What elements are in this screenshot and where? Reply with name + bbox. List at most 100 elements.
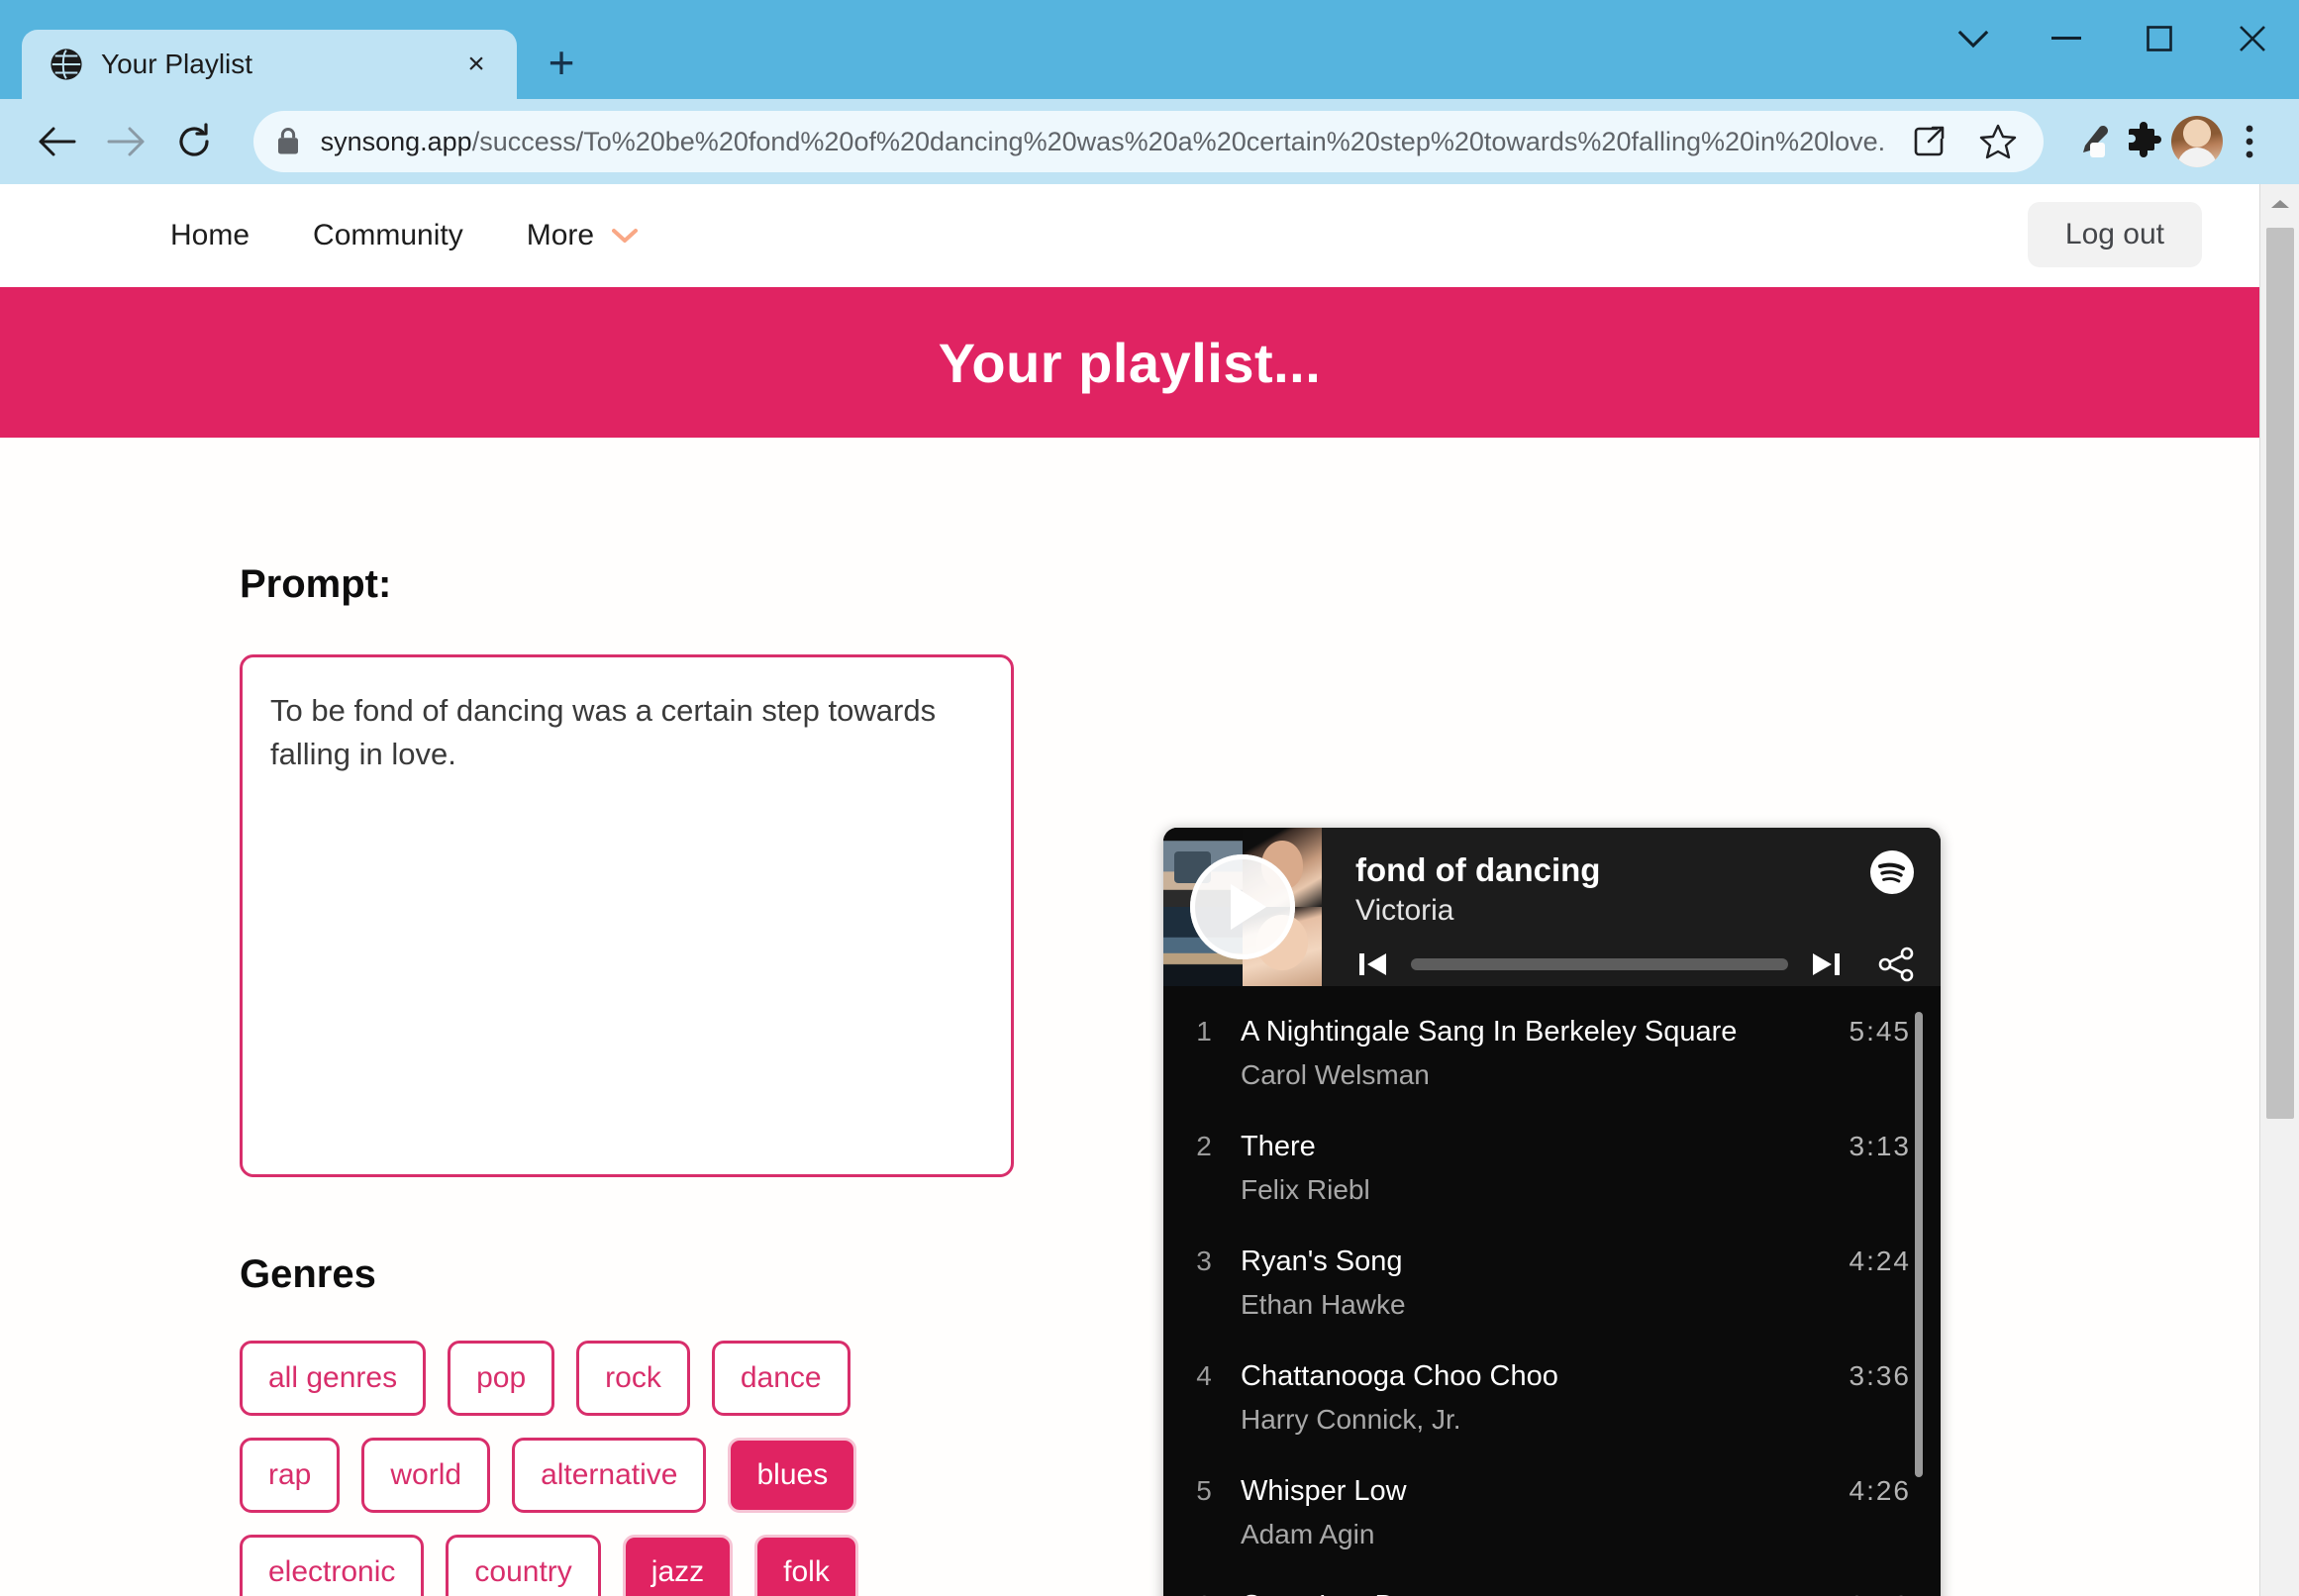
track-row[interactable]: 2 There Felix Riebl 3:13: [1163, 1111, 1941, 1226]
track-artist: Felix Riebl: [1241, 1173, 1370, 1205]
new-tab-button[interactable]: +: [531, 32, 592, 93]
track-number: 6: [1185, 1588, 1223, 1596]
tab-search-icon[interactable]: [1927, 0, 2020, 77]
player-info: fond of dancing Victoria: [1322, 828, 1941, 986]
track-number: 1: [1196, 1016, 1212, 1047]
track-row[interactable]: 4 Chattanooga Choo Choo Harry Connick, Jr.…: [1163, 1341, 1941, 1455]
previous-track-icon[interactable]: [1355, 947, 1391, 982]
nav-more[interactable]: More: [495, 219, 669, 252]
album-art-mosaic: [1163, 828, 1322, 986]
genre-button[interactable]: country: [446, 1535, 601, 1596]
reload-icon[interactable]: [162, 110, 225, 173]
track-artist: Harry Connick, Jr.: [1241, 1403, 1461, 1435]
genre-button[interactable]: pop: [448, 1341, 555, 1416]
track-duration: 4:24: [1849, 1246, 1911, 1277]
puzzle-icon[interactable]: [2120, 118, 2166, 165]
track-info: Chattanooga Choo Choo Harry Connick, Jr.: [1241, 1358, 1832, 1438]
avatar[interactable]: [2170, 116, 2223, 167]
track-duration: 3:13: [1849, 1131, 1911, 1162]
track-row[interactable]: 3 Ryan's Song Ethan Hawke 4:24: [1163, 1226, 1941, 1341]
globe-icon: [50, 49, 82, 80]
playlist-owner: Victoria: [1355, 894, 1454, 928]
genre-button[interactable]: jazz: [622, 1535, 734, 1596]
genre-button[interactable]: all genres: [240, 1341, 427, 1416]
track-row[interactable]: 6 Open Leg DanceThe Love Doctor 3:58: [1163, 1570, 1941, 1596]
page-scrollbar[interactable]: [2259, 184, 2299, 1596]
track-row[interactable]: 1 A Nightingale Sang In Berkeley Square Ca…: [1163, 996, 1941, 1111]
forward-arrow-icon[interactable]: [94, 110, 156, 173]
share-icon[interactable]: [1905, 118, 1952, 165]
three-dot-menu-icon[interactable]: [2227, 118, 2273, 165]
url-domain: synsong.app: [320, 126, 472, 156]
track-artist: Adam Agin: [1241, 1519, 1375, 1549]
scroll-up-icon[interactable]: [2260, 184, 2299, 224]
page-viewport: Home Community More Log out Your playlis…: [0, 184, 2299, 1596]
site-navbar: Home Community More Log out: [0, 184, 2259, 287]
track-info: Open Leg DanceThe Love Doctor: [1241, 1588, 1832, 1596]
spotify-logo: [1870, 850, 1914, 894]
track-info: There Felix Riebl: [1241, 1129, 1832, 1208]
scrollbar-thumb[interactable]: [2266, 228, 2294, 1119]
browser-tab[interactable]: Your Playlist ×: [22, 30, 517, 99]
genre-button[interactable]: world: [361, 1438, 491, 1513]
play-button[interactable]: [1190, 854, 1295, 959]
track-info: A Nightingale Sang In Berkeley Square Car…: [1241, 1014, 1832, 1093]
genre-button[interactable]: blues: [728, 1438, 857, 1513]
genre-button[interactable]: dance: [711, 1341, 850, 1416]
tab-title: Your Playlist: [101, 49, 253, 79]
browser-toolbar: synsong.app/success/To%20be%20fond%20of%…: [0, 99, 2299, 184]
eyedropper-icon[interactable]: [2067, 118, 2114, 165]
genre-button[interactable]: alternative: [512, 1438, 707, 1513]
genre-button[interactable]: folk: [754, 1535, 858, 1596]
track-duration: 5:45: [1849, 1016, 1911, 1047]
prompt-value: To be fond of dancing was a certain step…: [270, 693, 937, 772]
page-content: Home Community More Log out Your playlis…: [0, 184, 2259, 1596]
lock-icon: [277, 128, 298, 154]
genre-button[interactable]: rap: [240, 1438, 341, 1513]
track-info: Whisper Low Adam Agin: [1241, 1473, 1832, 1552]
url-path: /success/To%20be%20fond%20of%20dancing%2…: [471, 126, 1885, 156]
player-header: fond of dancing Victoria: [1163, 828, 1941, 986]
chevron-down-icon: [612, 229, 639, 243]
track-number: 3: [1196, 1246, 1212, 1277]
track-duration: 4:26: [1849, 1475, 1911, 1507]
track-artist: Ethan Hawke: [1241, 1288, 1406, 1320]
address-bar[interactable]: synsong.app/success/To%20be%20fond%20of%…: [252, 111, 2044, 172]
track-number: 5: [1196, 1475, 1212, 1507]
genre-button[interactable]: rock: [576, 1341, 690, 1416]
prompt-heading: Prompt:: [240, 562, 392, 606]
nav-home[interactable]: Home: [139, 219, 281, 252]
prompt-input[interactable]: To be fond of dancing was a certain step…: [240, 654, 1014, 1177]
nav-community[interactable]: Community: [281, 219, 495, 252]
progress-bar[interactable]: [1411, 958, 1788, 971]
player-controls: [1355, 946, 1915, 983]
genre-list: all genres pop rock dance rap world alternativ…: [240, 1341, 1158, 1596]
minimize-icon[interactable]: [2020, 0, 2113, 77]
track-row[interactable]: 5 Whisper Low Adam Agin 4:26: [1163, 1455, 1941, 1570]
tab-strip: Your Playlist × +: [0, 0, 592, 99]
track-list[interactable]: 1 A Nightingale Sang In Berkeley Square Ca…: [1163, 986, 1941, 1596]
nav-more-label: More: [526, 219, 595, 251]
track-title: A Nightingale Sang In Berkeley Square: [1241, 1016, 1738, 1047]
track-title: Ryan's Song: [1241, 1246, 1403, 1278]
omnibox-icons: [1905, 118, 2022, 165]
close-icon[interactable]: [2206, 0, 2299, 77]
window-controls: [1927, 0, 2299, 77]
track-number: 2: [1196, 1131, 1212, 1162]
back-arrow-icon[interactable]: [26, 110, 88, 173]
next-track-icon[interactable]: [1808, 947, 1844, 982]
track-duration: 3:36: [1849, 1360, 1911, 1392]
genre-row: electronic country jazz folk: [240, 1535, 1158, 1596]
track-duration: 3:58: [1849, 1588, 1912, 1596]
logout-button[interactable]: Log out: [2027, 202, 2202, 267]
maximize-icon[interactable]: [2113, 0, 2206, 77]
page-title: Your playlist...: [938, 331, 1322, 394]
nav-links: Home Community More: [139, 219, 669, 252]
star-icon[interactable]: [1974, 118, 2022, 165]
genre-button[interactable]: electronic: [240, 1535, 425, 1596]
tracklist-scrollbar[interactable]: [1915, 1012, 1923, 1477]
tab-close-icon[interactable]: ×: [457, 46, 495, 83]
left-column: Prompt: To be fond of dancing was a cert…: [0, 438, 1158, 1596]
spotify-player: fond of dancing Victoria 1 A Nightingale…: [1163, 828, 1941, 1596]
share-icon[interactable]: [1877, 946, 1915, 983]
